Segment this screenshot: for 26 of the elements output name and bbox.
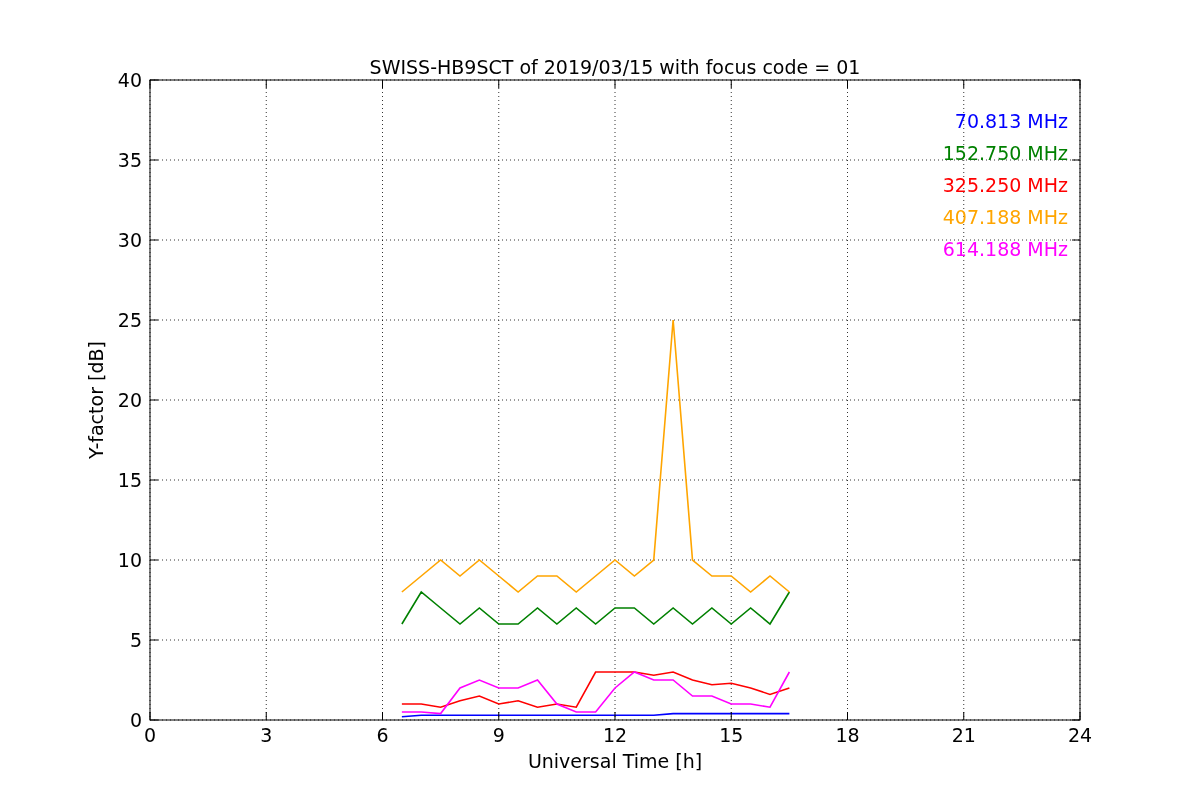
legend-label: 70.813 MHz — [954, 110, 1068, 132]
x-tick-label: 3 — [260, 724, 273, 746]
y-tick-label: 5 — [129, 629, 142, 651]
x-tick-label: 12 — [602, 724, 628, 746]
x-tick-label: 18 — [835, 724, 860, 746]
y-tick-label: 10 — [117, 549, 142, 571]
x-tick-label: 21 — [951, 724, 976, 746]
y-tick-label: 30 — [117, 229, 142, 251]
x-tick-label: 6 — [376, 724, 389, 746]
legend-label: 407.188 MHz — [942, 206, 1068, 228]
x-tick-label: 9 — [492, 724, 505, 746]
x-tick-label: 24 — [1067, 724, 1093, 746]
legend-label: 152.750 MHz — [942, 142, 1068, 164]
y-tick-label: 15 — [117, 469, 142, 491]
y-tick-label: 25 — [117, 309, 142, 331]
x-tick-label: 15 — [719, 724, 744, 746]
y-axis-label: Y-factor [dB] — [85, 341, 107, 459]
x-tick-label: 0 — [143, 724, 157, 746]
chart-title: SWISS-HB9SCT of 2019/03/15 with focus code = 01 — [369, 56, 861, 78]
y-tick-label: 0 — [129, 709, 142, 731]
y-tick-label: 35 — [117, 149, 142, 171]
x-axis-label: Universal Time [h] — [527, 750, 703, 772]
legend-label: 614.188 MHz — [942, 238, 1068, 260]
y-tick-label: 40 — [117, 69, 142, 91]
y-tick-label: 20 — [117, 389, 142, 411]
legend-label: 325.250 MHz — [942, 174, 1068, 196]
